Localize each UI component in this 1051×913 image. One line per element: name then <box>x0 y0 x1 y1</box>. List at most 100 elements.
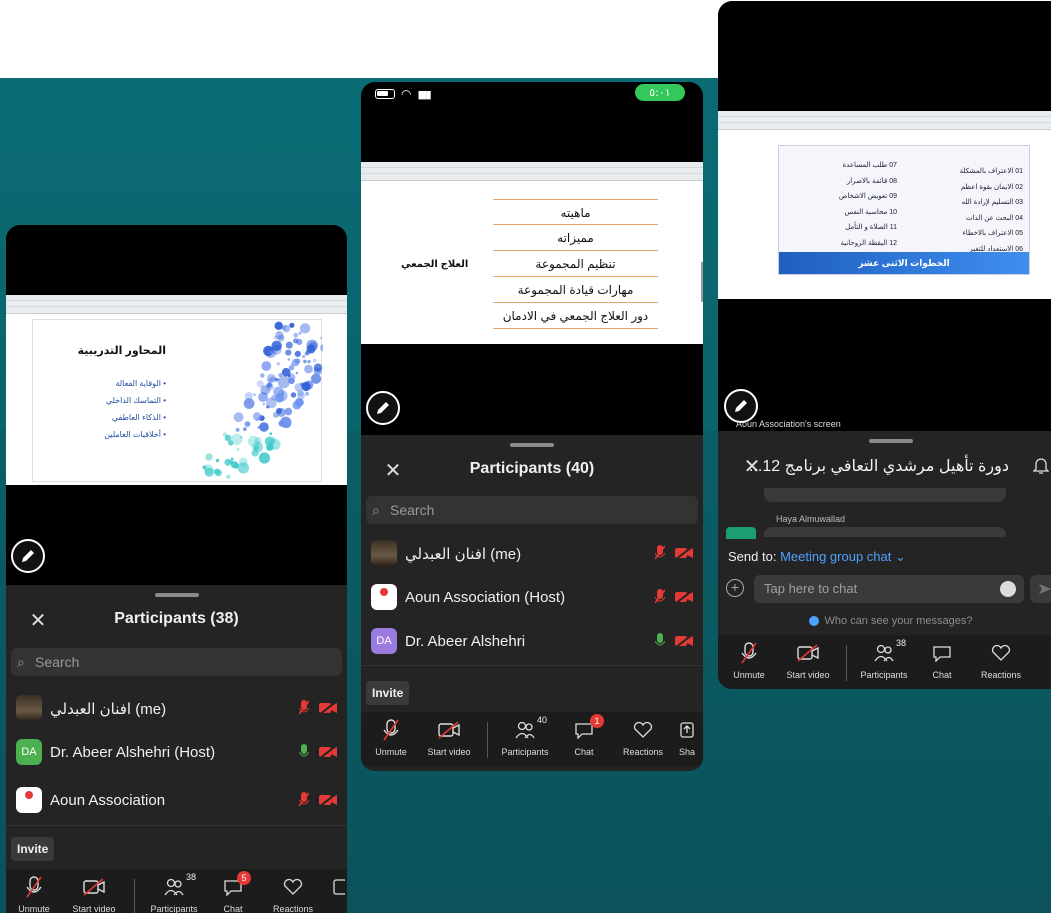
participant-status <box>299 744 337 760</box>
decoration-dot <box>275 393 284 403</box>
chat-button[interactable]: 1 Chat <box>556 714 612 757</box>
screen-owner-label: Aoun Association's screen <box>736 419 841 429</box>
share-button[interactable] <box>324 875 347 899</box>
annotate-pen-button[interactable] <box>724 389 758 423</box>
decoration-dot <box>292 400 302 410</box>
decoration-dot <box>319 336 323 340</box>
unmute-button[interactable]: Unmute <box>721 641 777 680</box>
participant-row[interactable]: Aoun Association <box>6 779 347 823</box>
decoration-dot <box>293 338 299 344</box>
decoration-dot <box>260 373 265 378</box>
participant-name: Dr. Abeer Alshehri (Host) <box>50 744 216 761</box>
search-input[interactable]: ⌕ Search <box>366 496 698 524</box>
start-video-label: Start video <box>427 747 471 757</box>
step-item: 08 قائمة بالاضرار <box>846 177 897 185</box>
decoration-dot <box>302 355 306 359</box>
sheet-grabber[interactable] <box>154 593 199 597</box>
steps-left: 07 طلب المساعدة 08 قائمة بالاضرار 09 تعو… <box>789 158 897 251</box>
participants-button[interactable]: 38 Participants <box>146 872 202 913</box>
chat-button[interactable]: Chat <box>914 641 970 680</box>
start-video-label: Start video <box>72 904 116 913</box>
search-input[interactable]: ⌕ Search <box>11 648 342 676</box>
reactions-button[interactable]: Reactions <box>973 641 1029 680</box>
participant-row[interactable]: DA Dr. Abeer Alshehri (Host) <box>6 731 347 775</box>
start-video-button[interactable]: Start video <box>780 641 836 680</box>
meeting-toolbar: Unmute Start video 38 Participants Chat … <box>718 635 1051 689</box>
decoration-dot <box>244 421 251 427</box>
reactions-button[interactable]: Reactions <box>265 875 321 913</box>
pencil-icon <box>377 402 389 414</box>
participant-row[interactable]: افنان العبدلي (me) <box>6 687 347 731</box>
presentation-slide: العلاج الجمعي ماهيته مميزاته تنظيم المجم… <box>361 182 703 344</box>
start-video-button[interactable]: Start video <box>66 875 122 913</box>
decoration-dot <box>303 359 307 364</box>
participant-name: افنان العبدلي (me) <box>50 701 167 718</box>
decoration-dot <box>215 458 220 463</box>
who-can-see-text: Who can see your messages? <box>824 615 973 627</box>
participant-name: Aoun Association <box>50 792 166 809</box>
share-icon <box>333 879 345 895</box>
send-to-selector[interactable]: Send to: Meeting group chat ⌄ <box>728 549 906 565</box>
sheet-grabber[interactable] <box>868 439 913 443</box>
decoration-dot <box>226 474 231 479</box>
who-can-see-link[interactable]: Who can see your messages? <box>718 615 1051 627</box>
participant-row[interactable]: Aoun Association (Host) <box>361 576 703 620</box>
decoration-dot <box>230 457 234 461</box>
mic-off-icon <box>26 876 42 898</box>
decoration-dot <box>275 331 284 340</box>
invite-button[interactable]: Invite <box>366 681 410 705</box>
unmute-button[interactable]: Unmute <box>363 718 419 757</box>
participants-button[interactable]: 38 Participants <box>856 638 912 680</box>
chat-button[interactable]: 5 Chat <box>205 871 261 913</box>
emoji-icon[interactable] <box>1000 581 1016 597</box>
browser-toolbar <box>361 162 703 181</box>
annotate-pen-button[interactable] <box>11 539 45 573</box>
sheet-grabber[interactable] <box>510 443 554 447</box>
status-icons: ◠ ▮▮▮ <box>375 87 432 101</box>
chat-badge: 1 <box>590 714 604 728</box>
decoration-dot <box>280 416 292 428</box>
search-placeholder: Search <box>35 654 80 670</box>
decoration-dot <box>259 422 269 432</box>
video-off-icon <box>675 590 693 604</box>
participant-name: افنان العبدلي (me) <box>405 546 522 563</box>
send-button[interactable] <box>1030 575 1051 603</box>
invite-button[interactable]: Invite <box>11 837 55 861</box>
participants-button[interactable]: 40 Participants <box>497 715 553 757</box>
participants-count: 40 <box>537 715 548 725</box>
decoration-dot <box>258 452 271 464</box>
send-to-target[interactable]: Meeting group chat <box>780 549 891 564</box>
decoration-dot <box>287 358 290 361</box>
decoration-dot <box>294 350 301 357</box>
panel-title: Participants (40) <box>469 460 595 477</box>
chat-label: Chat <box>574 747 594 757</box>
participant-name: Aoun Association (Host) <box>405 589 566 606</box>
decoration-dot <box>224 458 232 466</box>
annotate-pen-button[interactable] <box>366 391 400 425</box>
decoration-dot <box>285 349 292 356</box>
start-video-button[interactable]: Start video <box>421 718 477 757</box>
chevron-down-icon: ⌄ <box>894 549 906 564</box>
chat-message-bubble <box>764 527 1006 537</box>
participant-row[interactable]: DA Dr. Abeer Alshehri <box>361 620 703 664</box>
slide-item: مهارات قيادة المجموعة <box>493 277 658 303</box>
mic-off-icon <box>741 642 757 664</box>
slide-item: تنظيم المجموعة <box>493 251 658 277</box>
add-attachment-icon[interactable]: + <box>726 579 744 597</box>
decoration-dot <box>299 323 311 334</box>
panel-header: ✕ دورة تأهيل مرشدي التعافي برنامج 12... <box>718 449 1051 487</box>
video-off-icon <box>319 793 337 807</box>
participant-row[interactable]: افنان العبدلي (me) <box>361 532 703 576</box>
chat-input[interactable]: Tap here to chat <box>754 575 1024 603</box>
decoration-dot <box>243 427 247 431</box>
reactions-button[interactable]: Reactions <box>615 718 671 757</box>
share-icon <box>680 722 694 738</box>
decoration-dot <box>252 441 264 453</box>
share-button[interactable]: Sha <box>671 718 703 757</box>
bell-icon[interactable] <box>1032 457 1050 480</box>
mic-on-icon <box>655 633 665 649</box>
share-label: Sha <box>678 747 695 757</box>
decoration-dot <box>281 392 284 395</box>
unmute-button[interactable]: Unmute <box>6 875 62 913</box>
video-off-icon <box>319 701 337 715</box>
